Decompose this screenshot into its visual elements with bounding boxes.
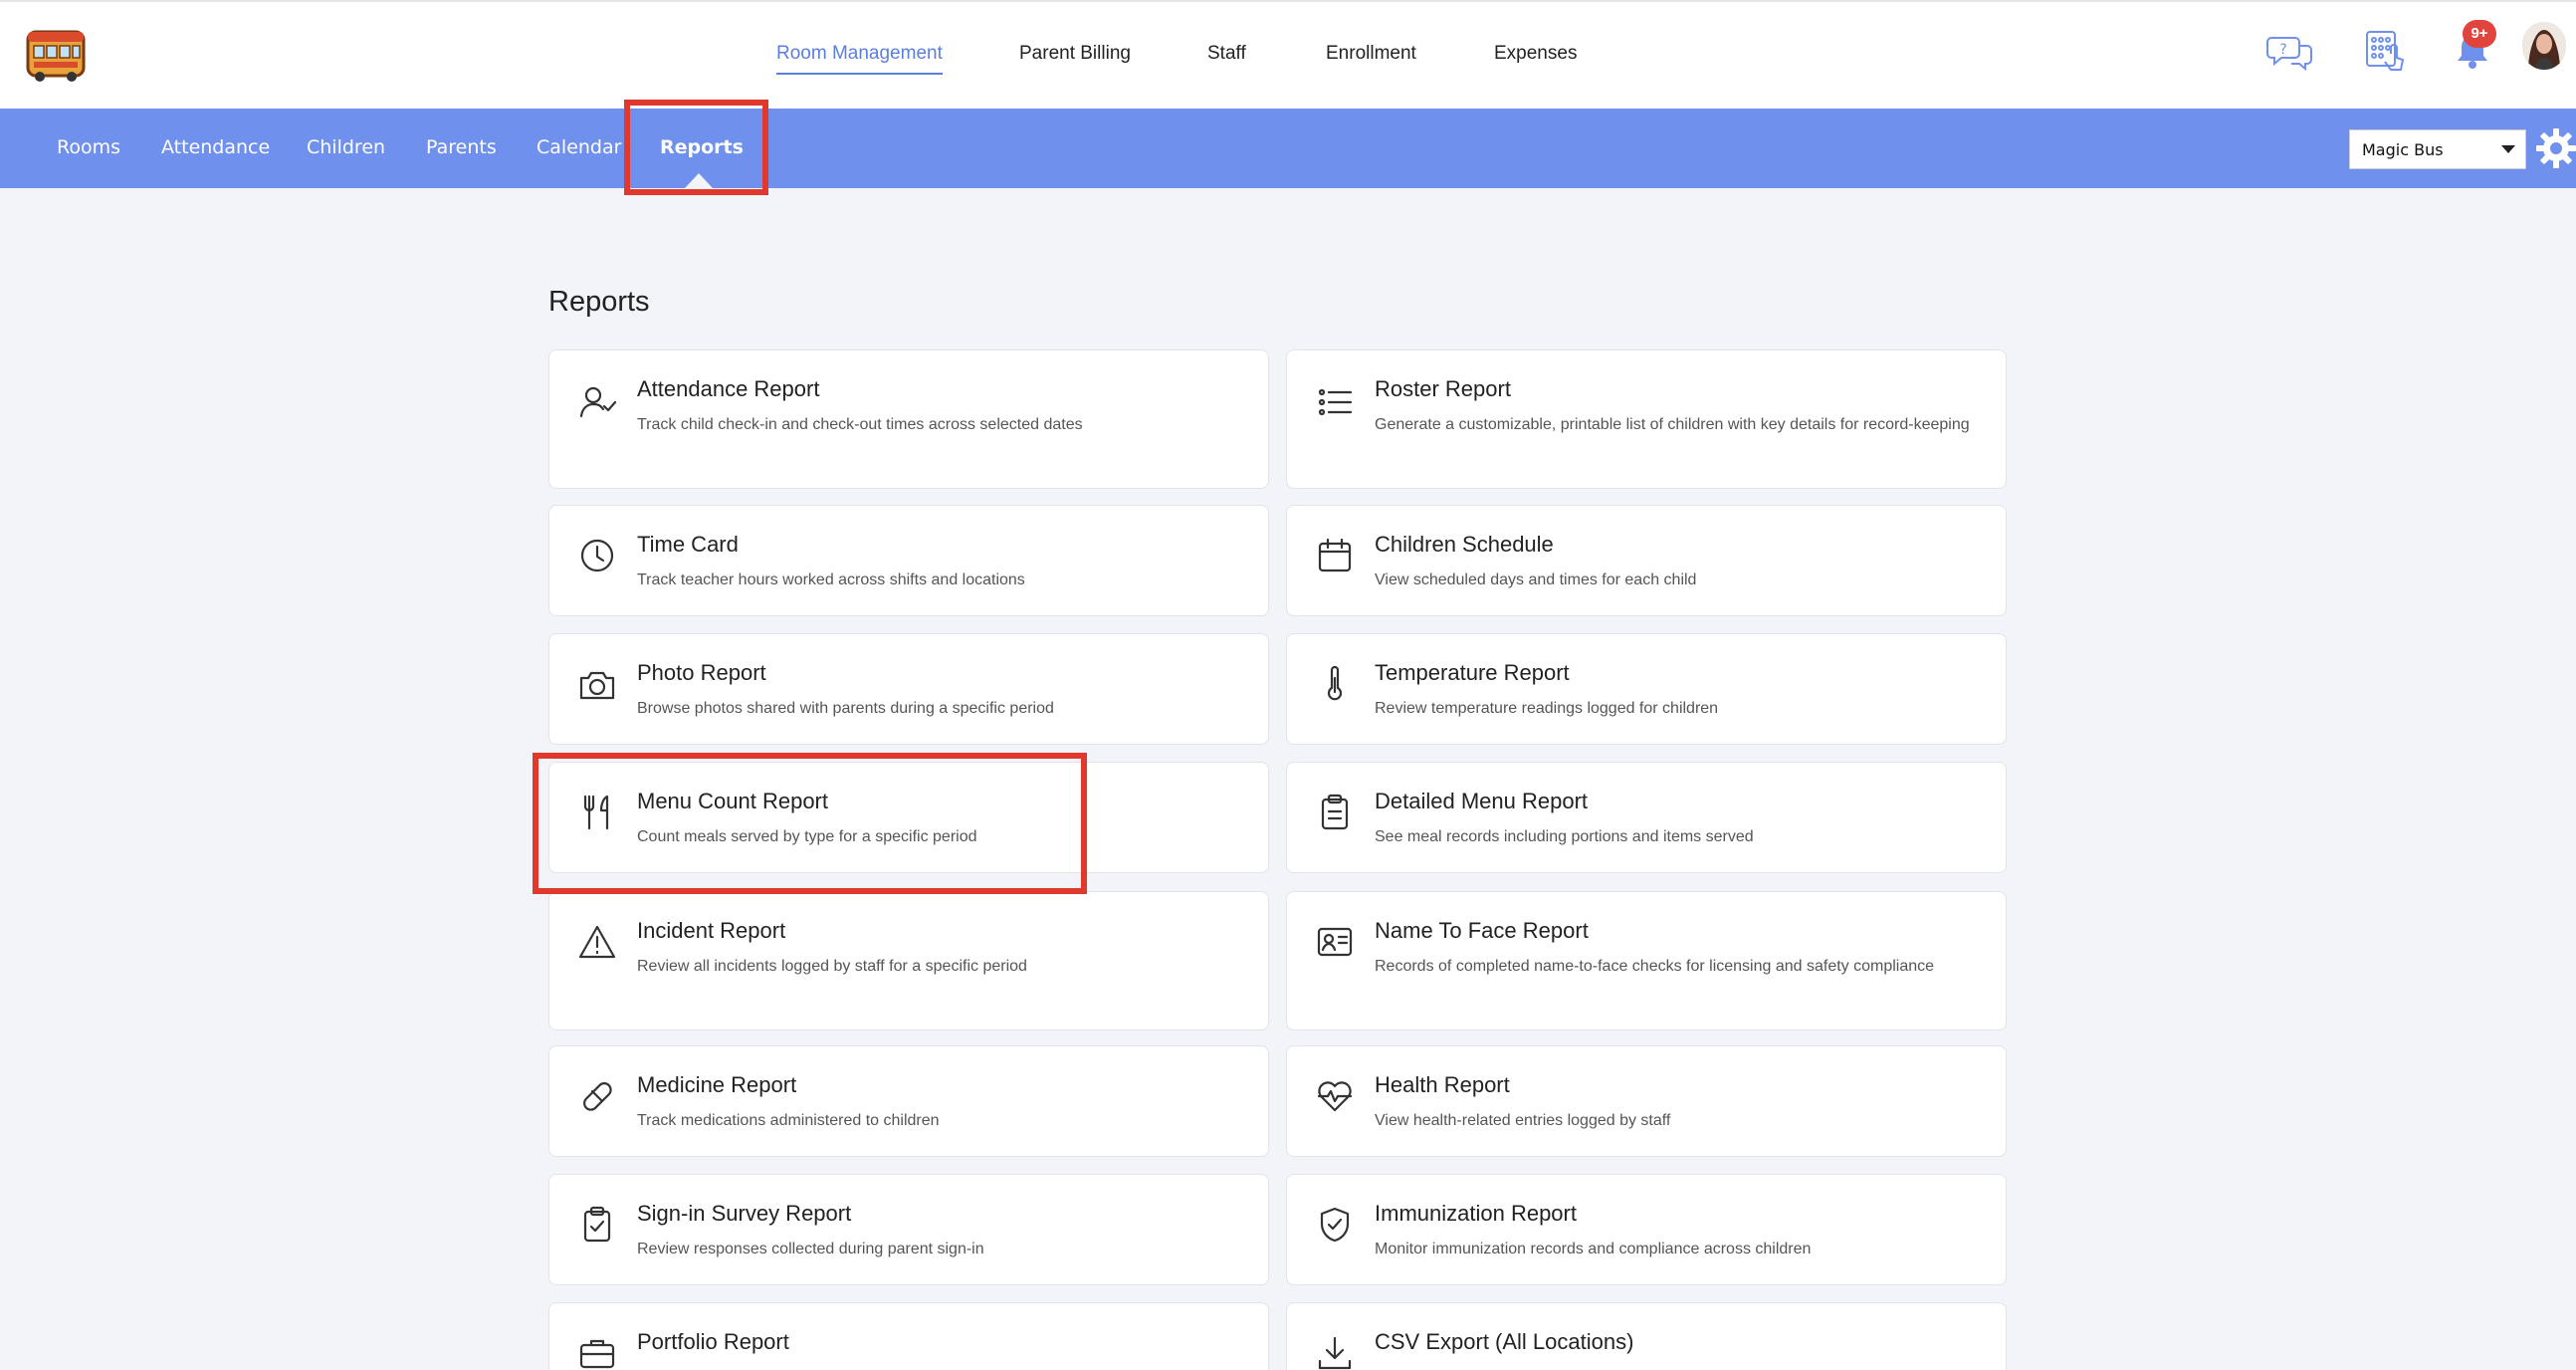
report-card-photo[interactable]: Photo Report Browse photos shared with p… [548,633,1269,745]
avatar[interactable] [2522,22,2566,70]
heartbeat-icon [1315,1076,1355,1116]
report-description: See meal records including portions and … [1375,828,1754,845]
report-title: Incident Report [637,918,786,943]
subnav-calendar[interactable]: Calendar [537,136,621,158]
svg-text:?: ? [2279,42,2286,58]
thermometer-icon [1315,664,1355,704]
report-description: Review responses collected during parent… [637,1241,984,1257]
location-select[interactable]: Magic Bus [2349,129,2526,169]
report-card-medicine[interactable]: Medicine Report Track medications admini… [548,1045,1269,1157]
shield-check-icon [1315,1205,1355,1245]
report-card-incident[interactable]: Incident Report Review all incidents log… [548,891,1269,1030]
report-card-time-card[interactable]: Time Card Track teacher hours worked acr… [548,505,1269,616]
kiosk-keypad-icon[interactable] [2361,28,2409,76]
report-description: Review all incidents logged by staff for… [637,958,1027,975]
report-card-name-to-face[interactable]: Name To Face Report Records of completed… [1286,891,2007,1030]
subnav-rooms[interactable]: Rooms [57,136,120,158]
id-card-icon [1315,922,1355,962]
report-card-detailed-menu[interactable]: Detailed Menu Report See meal records in… [1286,762,2007,873]
page-title: Reports [548,286,650,318]
chevron-down-icon [2501,145,2515,153]
report-description: Monitor immunization records and complia… [1375,1241,1812,1257]
report-description: View health-related entries logged by st… [1375,1112,1671,1129]
report-description: Review temperature readings logged for c… [1375,700,1719,717]
download-icon [1315,1333,1355,1370]
report-title: Photo Report [637,660,766,685]
report-description: Track teacher hours worked across shifts… [637,571,1025,588]
clipboard-icon [1315,793,1355,832]
report-description: Track medications administered to childr… [637,1112,940,1129]
nav-staff[interactable]: Staff [1207,43,1246,65]
main-nav: Room Management Parent Billing Staff Enr… [0,2,2576,111]
report-title: Detailed Menu Report [1375,789,1589,813]
report-title: Roster Report [1375,376,1511,401]
report-title: Children Schedule [1375,532,1554,557]
menu-count-highlight [533,753,1087,894]
report-description: Track child check-in and check-out times… [637,416,1083,433]
report-title: Health Report [1375,1072,1510,1097]
nav-room-management[interactable]: Room Management [776,43,943,75]
subnav-parents[interactable]: Parents [426,136,497,158]
report-card-csv-export[interactable]: CSV Export (All Locations) [1286,1302,2007,1370]
reports-tab-highlight [624,100,768,195]
user-check-icon [577,382,617,422]
subnav-attendance[interactable]: Attendance [161,136,270,158]
report-description: Generate a customizable, printable list … [1375,416,1970,433]
sub-nav: Rooms Attendance Children Parents Calend… [0,109,2576,188]
nav-expenses[interactable]: Expenses [1494,43,1577,65]
report-description: Browse photos shared with parents during… [637,700,1054,717]
top-bar: Room Management Parent Billing Staff Enr… [0,0,2576,109]
report-title: Time Card [637,532,739,557]
nav-parent-billing[interactable]: Parent Billing [1019,43,1131,65]
calendar-icon [1315,536,1355,575]
report-description: Records of completed name-to-face checks… [1375,958,1935,975]
report-title: Portfolio Report [637,1329,789,1354]
report-title: Temperature Report [1375,660,1570,685]
report-card-sign-in-survey[interactable]: Sign-in Survey Report Review responses c… [548,1174,1269,1285]
briefcase-icon [577,1333,617,1370]
help-chat-icon[interactable]: ? [2265,28,2313,76]
report-title: Sign-in Survey Report [637,1201,852,1226]
clock-icon [577,536,617,575]
subnav-children[interactable]: Children [307,136,385,158]
report-card-children-schedule[interactable]: Children Schedule View scheduled days an… [1286,505,2007,616]
report-title: CSV Export (All Locations) [1375,1329,1634,1354]
gear-icon[interactable] [2534,126,2576,170]
report-description: View scheduled days and times for each c… [1375,571,1697,588]
location-select-value: Magic Bus [2362,140,2444,159]
report-title: Attendance Report [637,376,820,401]
report-card-health[interactable]: Health Report View health-related entrie… [1286,1045,2007,1157]
notification-badge: 9+ [2463,20,2496,48]
pill-icon [577,1076,617,1116]
clipboard-check-icon [577,1205,617,1245]
report-card-temperature[interactable]: Temperature Report Review temperature re… [1286,633,2007,745]
report-card-immunization[interactable]: Immunization Report Monitor immunization… [1286,1174,2007,1285]
report-card-attendance[interactable]: Attendance Report Track child check-in a… [548,349,1269,489]
report-title: Name To Face Report [1375,918,1589,943]
report-title: Medicine Report [637,1072,797,1097]
nav-enrollment[interactable]: Enrollment [1326,43,1416,65]
camera-icon [577,664,617,704]
report-title: Immunization Report [1375,1201,1577,1226]
report-card-roster[interactable]: Roster Report Generate a customizable, p… [1286,349,2007,489]
report-card-portfolio[interactable]: Portfolio Report [548,1302,1269,1370]
warning-icon [577,922,617,962]
list-icon [1315,382,1355,422]
